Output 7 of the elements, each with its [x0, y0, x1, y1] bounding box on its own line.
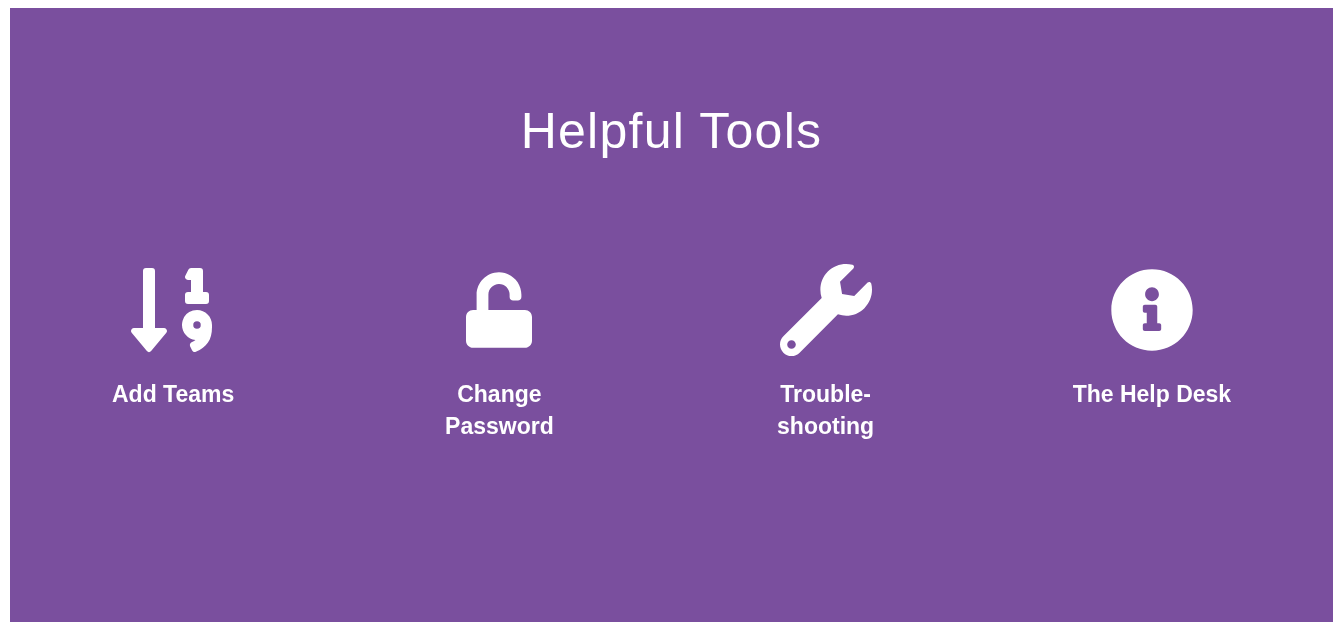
section-title: Helpful Tools: [520, 106, 823, 156]
tool-link[interactable]: Trouble- shooting: [777, 378, 875, 442]
wrench-icon: [779, 264, 872, 356]
info-icon: [1109, 268, 1194, 352]
tool-link[interactable]: The Help Desk: [1072, 378, 1232, 410]
tool-link[interactable]: Change Password: [445, 378, 554, 442]
tool-link[interactable]: Add Teams: [112, 378, 235, 410]
